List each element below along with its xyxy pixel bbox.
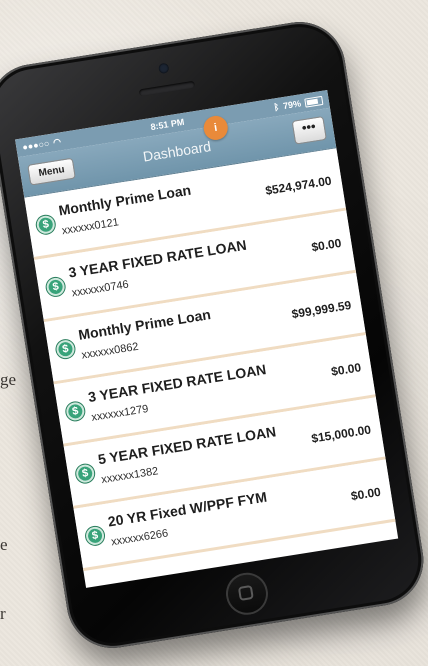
bluetooth-icon: ᛒ	[273, 101, 280, 113]
background-text-fragment: e	[0, 535, 8, 554]
loan-account-number: xxxxxx1382	[100, 465, 160, 487]
dollar-coin-icon: $	[84, 525, 106, 547]
home-square-icon	[237, 584, 254, 601]
phone-device: ●●●○○ ◠ 8:51 PM ᛒ 79% Menu Dashboard i •…	[0, 15, 428, 655]
loan-account-number: xxxxxx6266	[110, 527, 169, 549]
loan-balance: $0.00	[310, 235, 343, 255]
background-text-fragment: ge	[0, 370, 17, 389]
dollar-coin-icon: $	[74, 463, 96, 484]
dollar-coin-icon: $	[65, 401, 86, 422]
dollar-coin-icon: $	[45, 276, 66, 298]
dollar-coin-icon: $	[35, 214, 57, 236]
dollar-coin-icon: $	[55, 338, 76, 360]
camera-icon	[158, 62, 170, 75]
more-options-button[interactable]: •••	[291, 115, 327, 145]
signal-icon: ●●●○○	[21, 138, 51, 153]
battery-percent: 79%	[282, 98, 302, 112]
loan-balance: $99,999.59	[290, 298, 353, 322]
speaker-grille	[138, 80, 196, 97]
loan-account-number: xxxxxx1279	[90, 403, 150, 424]
wifi-icon: ◠	[52, 135, 62, 147]
loan-account-number: xxxxxx0746	[70, 278, 130, 300]
background-text-fragment: r	[0, 604, 6, 623]
loan-account-number: xxxxxx0121	[61, 216, 120, 238]
loan-list: $ Monthly Prime Loan xxxxxx0121 $524,974…	[24, 148, 396, 572]
loan-balance: $0.00	[349, 484, 382, 504]
loan-account-number: xxxxxx0862	[80, 340, 140, 362]
status-time: 8:51 PM	[149, 116, 185, 133]
phone-screen: ●●●○○ ◠ 8:51 PM ᛒ 79% Menu Dashboard i •…	[15, 90, 399, 588]
loan-balance: $15,000.00	[310, 422, 372, 446]
loan-balance: $0.00	[330, 360, 363, 379]
home-button[interactable]	[222, 569, 272, 618]
battery-icon	[304, 95, 324, 108]
loan-balance: $524,974.00	[264, 173, 333, 198]
